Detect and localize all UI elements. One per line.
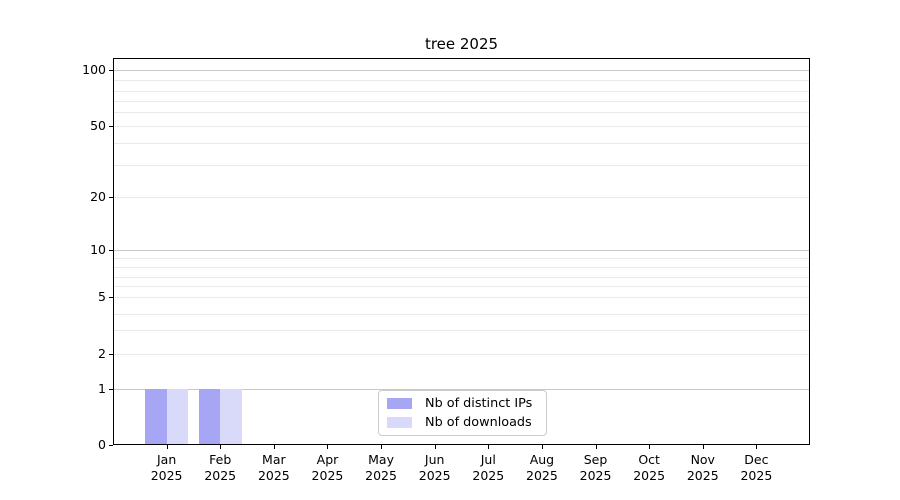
gridline-minor xyxy=(113,143,810,144)
gridline-major xyxy=(113,70,810,71)
gridline-minor xyxy=(113,314,810,315)
x-tick-mark xyxy=(381,445,383,449)
gridline-minor xyxy=(113,297,810,298)
legend-item-downloads: Nb of downloads xyxy=(379,413,546,432)
x-tick-mark xyxy=(327,445,329,449)
y-tick-label: 5 xyxy=(98,289,106,304)
x-tick-mark xyxy=(541,445,543,449)
x-tick-mark xyxy=(595,445,597,449)
bar-distinct-ips xyxy=(145,389,167,445)
legend-label: Nb of downloads xyxy=(425,415,532,430)
legend-item-distinct-ips: Nb of distinct IPs xyxy=(379,394,546,413)
x-tick-mark xyxy=(649,445,651,449)
x-tick-mark xyxy=(434,445,436,449)
plot-area xyxy=(113,58,810,445)
gridline-minor xyxy=(113,286,810,287)
gridline-minor xyxy=(113,101,810,102)
x-tick-year: 2025 xyxy=(740,468,773,483)
x-tick-mark xyxy=(702,445,704,449)
y-tick-label: 100 xyxy=(82,62,106,77)
gridline-minor xyxy=(113,80,810,81)
gridline-minor xyxy=(113,354,810,355)
x-tick-label: Dec 2025 xyxy=(716,452,796,484)
y-tick-label: 2 xyxy=(98,346,106,361)
x-tick-mark xyxy=(756,445,758,449)
x-tick-mark xyxy=(488,445,490,449)
gridline-minor xyxy=(113,277,810,278)
x-tick-mark xyxy=(166,445,168,449)
downloads-swatch-icon xyxy=(387,417,412,428)
legend-label: Nb of distinct IPs xyxy=(425,396,533,411)
chart-legend: Nb of distinct IPs Nb of downloads xyxy=(378,390,547,436)
gridline-minor xyxy=(113,330,810,331)
chart-title: tree 2025 xyxy=(424,35,499,53)
bar-downloads xyxy=(220,389,242,445)
distinct-ips-swatch-icon xyxy=(387,398,412,409)
y-tick-label: 1 xyxy=(98,381,106,396)
gridline-major xyxy=(113,250,810,251)
gridline-minor xyxy=(113,91,810,92)
gridline-minor xyxy=(113,197,810,198)
bar-downloads xyxy=(166,389,189,445)
y-tick-mark xyxy=(109,445,113,446)
gridline-minor xyxy=(113,267,810,268)
y-tick-label: 50 xyxy=(90,118,106,133)
gridline-minor xyxy=(113,258,810,259)
gridline-minor xyxy=(113,126,810,127)
bar-distinct-ips xyxy=(198,389,221,445)
x-tick-mark xyxy=(273,445,275,449)
gridline-minor xyxy=(113,165,810,166)
y-tick-label: 20 xyxy=(90,189,106,204)
y-tick-label: 10 xyxy=(90,242,106,257)
x-tick-month: Dec xyxy=(744,452,769,467)
x-tick-mark xyxy=(220,445,222,449)
gridline-minor xyxy=(113,112,810,113)
chart-figure: tree 2025 Nb of distinct IPs Nb of downl… xyxy=(0,0,900,500)
y-tick-label: 0 xyxy=(98,437,106,452)
